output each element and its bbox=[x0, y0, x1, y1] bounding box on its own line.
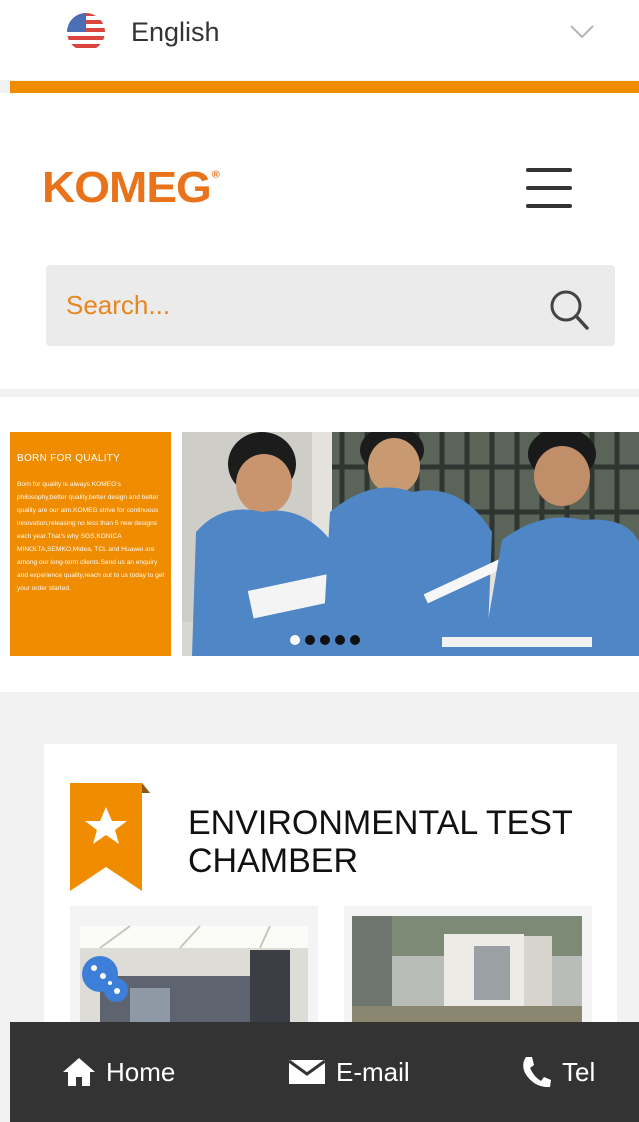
home-icon bbox=[63, 1058, 95, 1086]
pagination-dot-2[interactable] bbox=[305, 635, 315, 645]
banner-body-text: Born for quality is always KOMEG's philo… bbox=[17, 481, 165, 592]
product-thumbnail-1[interactable] bbox=[70, 906, 318, 1022]
search-input[interactable] bbox=[66, 287, 526, 323]
pagination-dot-1[interactable] bbox=[290, 635, 300, 645]
banner-pagination bbox=[290, 632, 365, 645]
chevron-down-icon[interactable] bbox=[568, 20, 596, 42]
mail-icon bbox=[288, 1059, 326, 1084]
us-flag-icon bbox=[67, 13, 105, 51]
pagination-dot-4[interactable] bbox=[335, 635, 345, 645]
nav-home-label: Home bbox=[106, 1056, 176, 1087]
language-label[interactable]: English bbox=[131, 14, 220, 50]
search-bar bbox=[46, 265, 615, 346]
nav-email-label: E-mail bbox=[336, 1056, 410, 1087]
star-ribbon-icon bbox=[70, 783, 150, 891]
search-icon[interactable] bbox=[545, 286, 593, 334]
banner-photo[interactable] bbox=[182, 432, 639, 656]
logo-text: KOMEG bbox=[42, 162, 212, 212]
registered-mark: ® bbox=[211, 168, 220, 181]
hamburger-menu-icon[interactable] bbox=[526, 166, 576, 210]
bottom-nav-bar: Home E-mail Tel bbox=[10, 1022, 639, 1122]
pagination-dot-3[interactable] bbox=[320, 635, 330, 645]
nav-email[interactable]: E-mail bbox=[288, 1022, 410, 1122]
komeg-logo[interactable]: KOMEG® bbox=[42, 161, 220, 212]
pagination-dot-5[interactable] bbox=[350, 635, 360, 645]
product-thumbnail-2[interactable] bbox=[344, 906, 592, 1022]
section-title: ENVIRONMENTAL TEST CHAMBER bbox=[188, 804, 573, 880]
banner-heading: BORN FOR QUALITY bbox=[17, 453, 121, 464]
banner-text-panel: BORN FOR QUALITY Born for quality is alw… bbox=[10, 432, 171, 656]
phone-icon bbox=[523, 1057, 551, 1088]
accent-divider bbox=[10, 81, 639, 93]
nav-tel-label: Tel bbox=[562, 1056, 596, 1087]
nav-tel[interactable]: Tel bbox=[520, 1022, 595, 1122]
language-bar[interactable]: English bbox=[0, 0, 639, 80]
nav-home[interactable]: Home bbox=[62, 1022, 175, 1122]
